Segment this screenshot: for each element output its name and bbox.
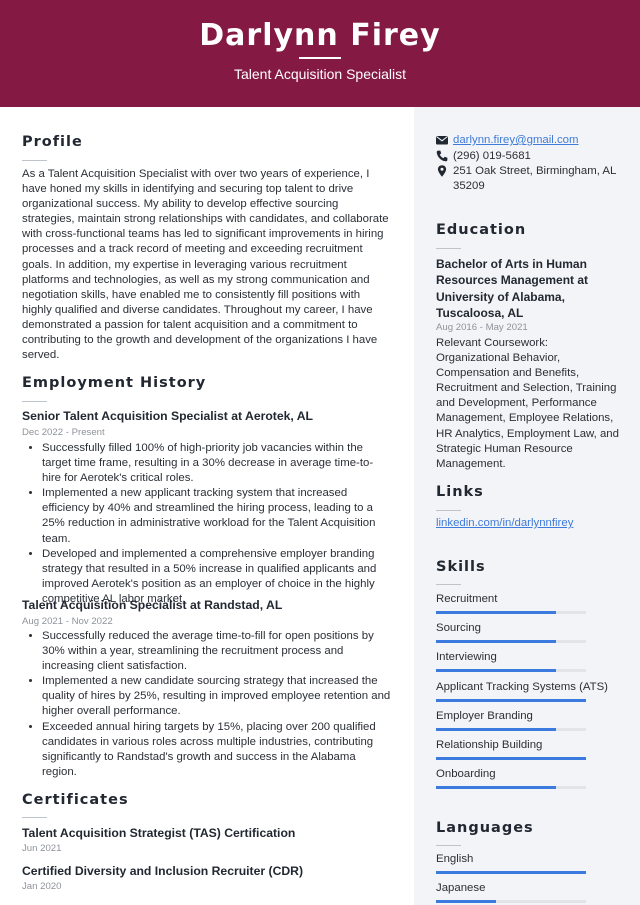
job-bullet: Successfully reduced the average time-to… (42, 629, 392, 674)
skill-name: Sourcing (436, 622, 481, 635)
languages-heading-rule (436, 845, 461, 846)
links-heading: Links (436, 484, 484, 500)
skill-level-bar (436, 757, 586, 760)
phone-number: (296) 019-5681 (453, 150, 531, 162)
phone-icon (436, 150, 448, 162)
job-title: Talent Acquisition Specialist at Randsta… (22, 598, 283, 612)
employment-heading-rule (22, 401, 47, 402)
skill-level-fill (436, 669, 556, 673)
skill-level-fill (436, 640, 556, 644)
job-bullet: Exceeded annual hiring targets by 15%, p… (42, 720, 392, 780)
candidate-name: Darlynn Firey (199, 18, 441, 53)
education-heading-rule (436, 248, 461, 249)
profile-heading-rule (22, 160, 47, 161)
profile-heading: Profile (22, 134, 83, 150)
resume-header: Darlynn Firey Talent Acquisition Special… (0, 0, 640, 107)
education-heading: Education (436, 222, 527, 238)
skills-heading: Skills (436, 559, 486, 575)
certificate-name: Talent Acquisition Strategist (TAS) Cert… (22, 826, 296, 840)
candidate-title: Talent Acquisition Specialist (234, 66, 406, 82)
skill-name: Relationship Building (436, 739, 543, 751)
email-link[interactable]: darlynn.firey@gmail.com (453, 133, 633, 148)
address: 251 Oak Street, Birmingham, AL 35209 (453, 165, 616, 193)
certificate-date: Jan 2020 (22, 881, 62, 892)
links-heading-rule (436, 510, 461, 511)
linkedin-link[interactable]: linkedin.com/in/darlynnfirey (436, 517, 573, 529)
skill-level-bar (436, 611, 586, 614)
skill-name: Onboarding (436, 768, 496, 781)
language-level-bar (436, 900, 586, 904)
skill-level-fill (436, 786, 556, 790)
map-pin-icon (437, 165, 447, 177)
employment-heading: Employment History (22, 375, 207, 391)
skill-level-bar (436, 727, 586, 731)
certificates-heading-rule (22, 817, 47, 818)
language-level-fill (436, 900, 496, 904)
certificates-heading: Certificates (22, 792, 129, 808)
job-title: Senior Talent Acquisition Specialist at … (22, 409, 313, 423)
skill-level-fill (436, 757, 586, 760)
job-bullet: Successfully filled 100% of high-priorit… (42, 441, 390, 486)
envelope-icon (436, 136, 448, 145)
skills-heading-rule (436, 584, 461, 585)
skill-name: Recruitment (436, 593, 498, 605)
skill-name: Interviewing (436, 651, 497, 664)
skill-level-bar (436, 669, 586, 673)
job-bullet: Implemented a new applicant tracking sys… (42, 486, 390, 546)
profile-text: As a Talent Acquisition Specialist with … (22, 168, 389, 362)
skill-level-bar (436, 786, 586, 790)
skill-level-fill (436, 611, 556, 614)
education-dates: Aug 2016 - May 2021 (436, 322, 528, 333)
job-bullet: Implemented a new candidate sourcing str… (42, 674, 392, 719)
certificate-name: Certified Diversity and Inclusion Recrui… (22, 864, 304, 878)
skill-name: Applicant Tracking Systems (ATS) (436, 680, 608, 693)
languages-heading: Languages (436, 820, 534, 836)
language-name: Japanese (436, 882, 486, 895)
job-bullets: Successfully filled 100% of high-priorit… (22, 441, 390, 607)
job-bullets: Successfully reduced the average time-to… (22, 629, 392, 780)
skill-name: Employer Branding (436, 709, 533, 722)
job-dates: Dec 2022 - Present (22, 427, 105, 438)
certificate-date: Jun 2021 (22, 843, 62, 854)
education-description: Relevant Coursework: Organizational Beha… (436, 337, 619, 470)
language-level-bar (436, 871, 586, 874)
language-name: English (436, 853, 474, 865)
language-level-fill (436, 871, 586, 874)
header-divider (299, 57, 341, 59)
skill-level-bar (436, 640, 586, 644)
education-degree: Bachelor of Arts in Human Resources Mana… (436, 257, 589, 321)
job-dates: Aug 2021 - Nov 2022 (22, 616, 113, 627)
skill-level-fill (436, 727, 556, 731)
skill-level-bar (436, 698, 586, 702)
skill-level-fill (436, 698, 586, 702)
